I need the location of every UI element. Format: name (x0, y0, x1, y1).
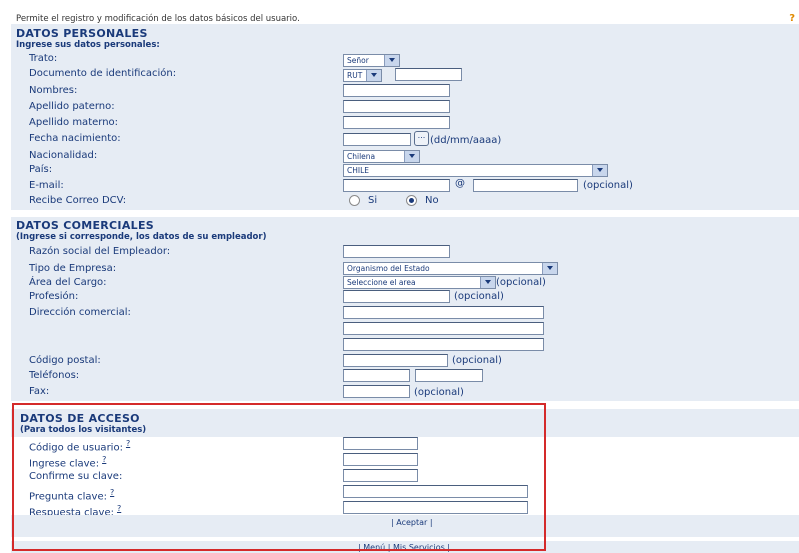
tipo-label: Tipo de Empresa: (29, 263, 117, 274)
chevron-down-icon (542, 263, 557, 274)
documento-type-value: RUT (347, 71, 363, 80)
email-at-sign: @ (455, 178, 465, 189)
calendar-button[interactable]: ... (414, 131, 429, 146)
fecha-input[interactable] (343, 133, 411, 146)
fax-optional: (opcional) (414, 387, 464, 398)
email-domain-input[interactable] (473, 179, 578, 192)
profesion-label: Profesión: (29, 291, 79, 302)
fax-label: Fax: (29, 386, 50, 397)
fecha-hint: (dd/mm/aaaa) (430, 135, 502, 146)
telefonos-label: Teléfonos: (29, 370, 80, 381)
postal-input[interactable] (343, 354, 448, 367)
apellido-paterno-input[interactable] (343, 100, 450, 113)
correo-no-label: No (425, 195, 439, 206)
fax-input[interactable] (343, 385, 410, 398)
profesion-input[interactable] (343, 290, 450, 303)
area-optional: (opcional) (496, 277, 546, 288)
nacionalidad-select[interactable]: Chilena (343, 150, 420, 163)
commercial-subtitle: (Ingrese si corresponde, los datos de su… (16, 232, 267, 242)
trato-value: Señor (347, 56, 369, 65)
apellido-materno-input[interactable] (343, 116, 450, 129)
postal-label: Código postal: (29, 355, 101, 366)
chevron-down-icon (480, 277, 495, 288)
telefono-1-input[interactable] (343, 369, 410, 382)
chevron-down-icon (384, 55, 399, 66)
nacionalidad-label: Nacionalidad: (29, 150, 98, 161)
fecha-label: Fecha nacimiento: (29, 133, 121, 144)
documento-label: Documento de identificación: (29, 68, 177, 79)
direccion-label: Dirección comercial: (29, 307, 131, 318)
tipo-empresa-select[interactable]: Organismo del Estado (343, 262, 558, 275)
nombres-label: Nombres: (29, 85, 78, 96)
correo-si-label: Si (368, 195, 378, 206)
tipo-empresa-value: Organismo del Estado (347, 264, 430, 273)
email-optional: (opcional) (583, 180, 633, 191)
area-select[interactable]: Seleccione el area (343, 276, 496, 289)
personal-title: DATOS PERSONALES (16, 27, 148, 40)
email-label: E-mail: (29, 180, 64, 191)
area-label: Área del Cargo: (29, 277, 107, 288)
pais-label: País: (29, 164, 53, 175)
trato-label: Trato: (29, 53, 58, 64)
chevron-down-icon (366, 70, 381, 81)
direccion-line-2-input[interactable] (343, 322, 544, 335)
area-value: Seleccione el area (347, 278, 416, 287)
highlight-box (12, 403, 546, 551)
profesion-optional: (opcional) (454, 291, 504, 302)
personal-subtitle: Ingrese sus datos personales: (16, 40, 160, 50)
apellido-paterno-label: Apellido paterno: (29, 101, 115, 112)
nombres-input[interactable] (343, 84, 450, 97)
razon-label: Razón social del Empleador: (29, 246, 171, 257)
registration-form-page: Permite el registro y modificación de lo… (0, 0, 799, 553)
trato-select[interactable]: Señor (343, 54, 400, 67)
postal-optional: (opcional) (452, 355, 502, 366)
pais-value: CHILE (347, 166, 370, 175)
commercial-title: DATOS COMERCIALES (16, 219, 154, 232)
chevron-down-icon (592, 165, 607, 176)
razon-input[interactable] (343, 245, 450, 258)
apellido-materno-label: Apellido materno: (29, 117, 119, 128)
intro-text: Permite el registro y modificación de lo… (16, 14, 300, 24)
telefono-2-input[interactable] (415, 369, 483, 382)
correo-label: Recibe Correo DCV: (29, 195, 127, 206)
documento-type-select[interactable]: RUT (343, 69, 382, 82)
pais-select[interactable]: CHILE (343, 164, 608, 177)
correo-si-radio[interactable] (349, 195, 360, 206)
nacionalidad-value: Chilena (347, 152, 376, 161)
help-icon[interactable]: ? (789, 13, 795, 24)
documento-input[interactable] (395, 68, 462, 81)
direccion-line-3-input[interactable] (343, 338, 544, 351)
correo-no-radio[interactable] (406, 195, 417, 206)
chevron-down-icon (404, 151, 419, 162)
direccion-line-1-input[interactable] (343, 306, 544, 319)
email-user-input[interactable] (343, 179, 450, 192)
